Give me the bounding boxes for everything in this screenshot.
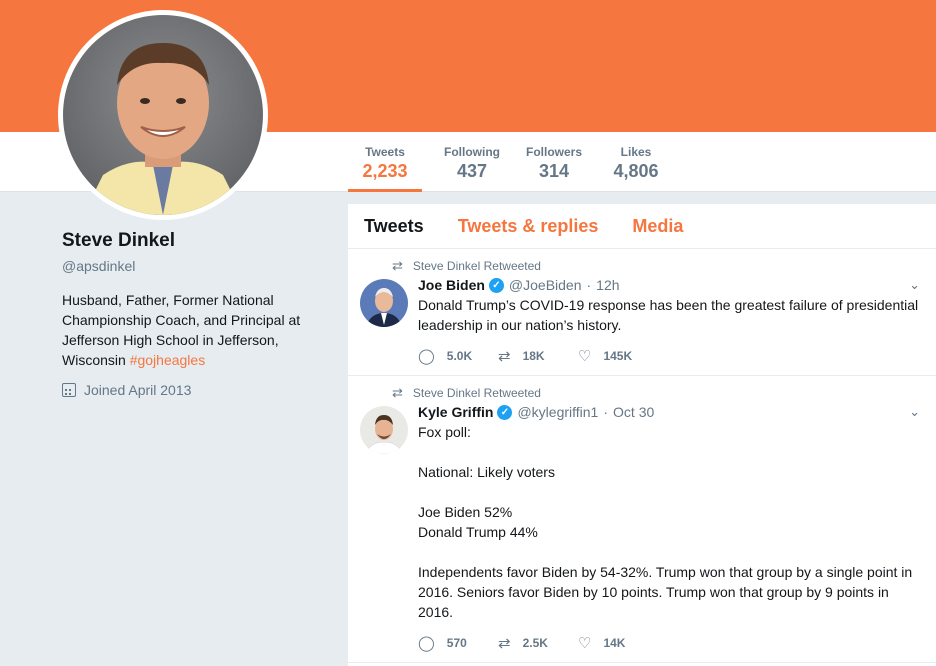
chevron-down-icon[interactable]: ⌄	[909, 277, 920, 293]
reply-button[interactable]: ◯ 570	[418, 634, 498, 652]
retweet-icon: ⇄	[392, 258, 403, 273]
heart-icon: ♡	[578, 635, 592, 652]
like-count: 14K	[603, 636, 626, 650]
verified-badge-icon: ✓	[488, 277, 504, 293]
retweet-count: 18K	[522, 349, 545, 363]
stat-label: Followers	[525, 145, 582, 159]
stat-likes[interactable]: Likes 4,806	[596, 132, 676, 192]
calendar-icon	[62, 383, 76, 397]
tab-tweets[interactable]: Tweets	[364, 216, 424, 237]
tweet-author-handle[interactable]: @kylegriffin1	[517, 404, 598, 420]
retweet-context: ⇄ Steve Dinkel Retweeted	[392, 257, 920, 275]
tweet-text: Fox poll: National: Likely voters Joe Bi…	[418, 424, 913, 620]
joined-date: Joined April 2013	[62, 382, 322, 398]
joined-text: Joined April 2013	[84, 382, 192, 398]
profile-card: Steve Dinkel @apsdinkel Husband, Father,…	[62, 230, 322, 398]
retweet-count: 2.5K	[522, 636, 548, 650]
heart-icon: ♡	[578, 348, 592, 365]
tab-tweets-replies[interactable]: Tweets & replies	[458, 216, 599, 237]
reply-icon: ◯	[418, 348, 435, 365]
tweet-timestamp[interactable]: 12h	[596, 277, 619, 293]
retweeted-by-text[interactable]: Steve Dinkel Retweeted	[413, 386, 541, 400]
stat-label: Likes	[620, 145, 652, 159]
tweet-avatar[interactable]	[360, 279, 408, 327]
retweet-icon: ⇄	[498, 348, 511, 365]
timeline-tabs: Tweets Tweets & replies Media	[348, 204, 936, 249]
retweet-button[interactable]: ⇄ 18K	[498, 347, 578, 365]
stat-value: 2,233	[362, 161, 408, 181]
tweet-header: Kyle Griffin ✓ @kylegriffin1 · Oct 30	[418, 404, 920, 420]
reply-count: 5.0K	[446, 349, 473, 363]
stat-followers[interactable]: Followers 314	[514, 132, 594, 192]
like-button[interactable]: ♡ 145K	[578, 347, 658, 365]
tweet-author-name[interactable]: Kyle Griffin	[418, 404, 493, 420]
tweet-actions: ◯ 570 ⇄ 2.5K ♡ 14K	[418, 634, 920, 652]
timeline: Tweets Tweets & replies Media ⇄ Steve Di…	[348, 204, 936, 666]
profile-photo	[63, 15, 263, 215]
tweet-header: Joe Biden ✓ @JoeBiden · 12h	[418, 277, 920, 293]
stat-label: Following	[444, 145, 500, 159]
stat-tweets[interactable]: Tweets 2,233	[348, 132, 422, 192]
stat-label: Tweets	[365, 145, 405, 159]
profile-bio: Husband, Father, Former National Champio…	[62, 290, 322, 370]
verified-badge-icon: ✓	[497, 404, 513, 420]
separator-dot: ·	[603, 404, 609, 420]
like-button[interactable]: ♡ 14K	[578, 634, 658, 652]
retweeted-by-text[interactable]: Steve Dinkel Retweeted	[413, 259, 541, 273]
stat-value: 314	[538, 161, 570, 181]
retweet-context: ⇄ Steve Dinkel Retweeted	[392, 384, 920, 402]
separator-dot: ·	[586, 277, 592, 293]
tweet-timestamp[interactable]: Oct 30	[613, 404, 654, 420]
retweet-icon: ⇄	[392, 385, 403, 400]
stat-value: 437	[456, 161, 488, 181]
tweet[interactable]: ⇄ Steve Dinkel Retweeted Kyle Griffin ✓ …	[348, 376, 936, 663]
tweet-author-handle[interactable]: @JoeBiden	[509, 277, 582, 293]
reply-count: 570	[446, 636, 467, 650]
profile-name[interactable]: Steve Dinkel	[62, 230, 322, 252]
stat-value: 4,806	[613, 161, 659, 181]
stat-following[interactable]: Following 437	[432, 132, 512, 192]
profile-stats: Tweets 2,233 Following 437 Followers 314…	[348, 132, 676, 192]
tweet-author-name[interactable]: Joe Biden	[418, 277, 485, 293]
reply-button[interactable]: ◯ 5.0K	[418, 347, 498, 365]
tweet-text: Donald Trump’s COVID-19 response has bee…	[418, 297, 919, 333]
tweet-avatar[interactable]	[360, 406, 408, 454]
like-count: 145K	[603, 349, 633, 363]
tweet[interactable]: ⇄ Steve Dinkel Retweeted Joe Biden ✓ @Jo…	[348, 249, 936, 376]
bio-hashtag-link[interactable]: #gojheagles	[130, 352, 206, 368]
reply-icon: ◯	[418, 635, 435, 652]
retweet-button[interactable]: ⇄ 2.5K	[498, 634, 578, 652]
retweet-icon: ⇄	[498, 635, 511, 652]
chevron-down-icon[interactable]: ⌄	[909, 404, 920, 420]
tweet-actions: ◯ 5.0K ⇄ 18K ♡ 145K	[418, 347, 920, 365]
profile-handle[interactable]: @apsdinkel	[62, 258, 322, 274]
profile-avatar[interactable]	[58, 10, 268, 220]
tab-media[interactable]: Media	[632, 216, 683, 237]
